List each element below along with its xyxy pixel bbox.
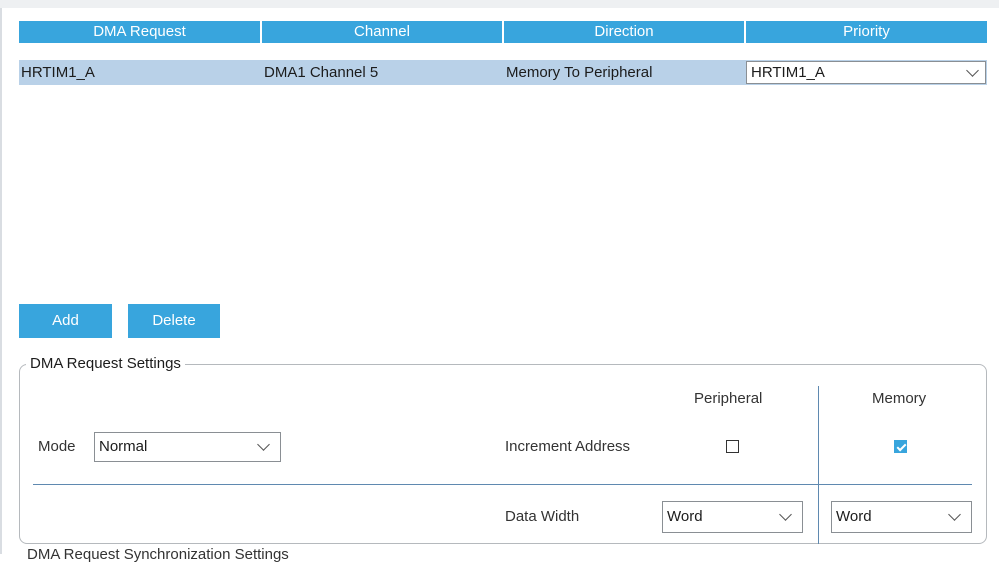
increment-peripheral-checkbox[interactable] xyxy=(726,440,739,453)
left-edge xyxy=(0,8,2,554)
mode-label: Mode xyxy=(38,438,76,455)
priority-select-value: HRTIM1_A xyxy=(751,64,825,81)
mode-select-value: Normal xyxy=(99,438,148,455)
checkmark-icon xyxy=(896,441,907,452)
header-direction[interactable]: Direction xyxy=(504,21,744,43)
data-width-peripheral-value: Word xyxy=(667,508,703,525)
chevron-down-icon xyxy=(257,438,270,451)
chevron-down-icon xyxy=(779,508,792,521)
data-width-memory-value: Word xyxy=(836,508,872,525)
data-width-label: Data Width xyxy=(505,508,580,525)
data-width-memory-select[interactable]: Word xyxy=(831,501,972,533)
delete-button[interactable]: Delete xyxy=(128,304,220,338)
priority-select[interactable]: HRTIM1_A xyxy=(746,61,986,84)
add-button[interactable]: Add xyxy=(19,304,112,338)
cell-direction: Memory To Peripheral xyxy=(506,64,653,81)
cell-dma-request: HRTIM1_A xyxy=(21,64,95,81)
header-dma-request[interactable]: DMA Request xyxy=(19,21,260,43)
column-divider xyxy=(818,386,819,544)
column-memory: Memory xyxy=(872,390,927,407)
column-peripheral: Peripheral xyxy=(694,390,763,407)
top-strip xyxy=(0,0,999,8)
cell-channel: DMA1 Channel 5 xyxy=(264,64,379,81)
settings-title: DMA Request Settings xyxy=(26,355,185,373)
chevron-down-icon xyxy=(948,508,961,521)
sync-settings-title: DMA Request Synchronization Settings xyxy=(27,546,289,563)
row-divider xyxy=(33,484,972,485)
increment-address-label: Increment Address xyxy=(505,438,631,455)
increment-memory-checkbox[interactable] xyxy=(894,440,907,453)
chevron-down-icon xyxy=(966,64,979,77)
header-priority[interactable]: Priority xyxy=(746,21,987,43)
data-width-peripheral-select[interactable]: Word xyxy=(662,501,803,533)
mode-select[interactable]: Normal xyxy=(94,432,281,462)
header-channel[interactable]: Channel xyxy=(262,21,502,43)
